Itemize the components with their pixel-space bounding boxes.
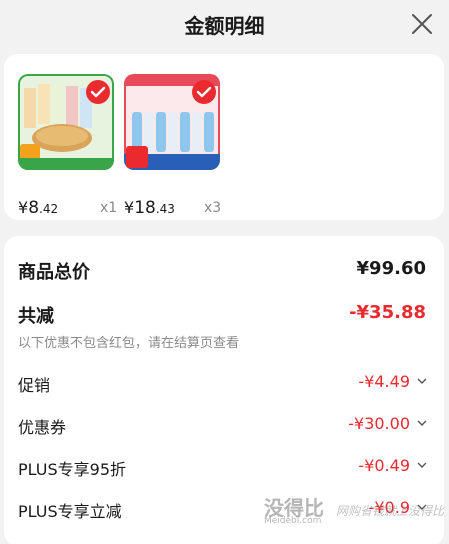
selected-check-icon bbox=[192, 80, 216, 104]
total-price-label: 商品总价 bbox=[18, 262, 90, 283]
product-thumbnail[interactable] bbox=[124, 74, 220, 170]
chevron-down-icon[interactable] bbox=[416, 501, 428, 513]
product-quantity: x1 bbox=[100, 200, 118, 216]
discount-value: -¥0.9 bbox=[368, 498, 410, 517]
discount-note: 以下优惠不包含红包，请在结算页查看 bbox=[18, 336, 240, 351]
product-price: ¥8.42 bbox=[18, 198, 59, 218]
selected-check-icon bbox=[86, 80, 110, 104]
discount-label: PLUS专享立减 bbox=[18, 502, 122, 521]
price-summary: 商品总价 ¥99.60 共减 -¥35.88 以下优惠不包含红包，请在结算页查看… bbox=[4, 236, 444, 544]
discount-value: -¥30.00 bbox=[348, 414, 410, 433]
product-quantity: x3 bbox=[204, 200, 222, 216]
page-title: 金额明细 bbox=[184, 14, 265, 38]
chevron-down-icon[interactable] bbox=[416, 375, 428, 387]
close-icon[interactable] bbox=[410, 12, 434, 36]
product-list: ¥8.42 x1 ¥18.43 x3 bbox=[4, 54, 444, 220]
discount-label: 促销 bbox=[18, 376, 51, 395]
discount-value: -¥4.49 bbox=[358, 372, 410, 391]
product-thumbnail[interactable] bbox=[18, 74, 114, 170]
chevron-down-icon[interactable] bbox=[416, 459, 428, 471]
chevron-down-icon[interactable] bbox=[416, 417, 428, 429]
total-reduction-label: 共减 bbox=[18, 306, 54, 327]
total-reduction-value: -¥35.88 bbox=[349, 302, 426, 323]
product-price: ¥18.43 bbox=[124, 198, 175, 218]
discount-label: 优惠券 bbox=[18, 418, 67, 437]
total-price-value: ¥99.60 bbox=[356, 258, 426, 279]
discount-label: PLUS专享95折 bbox=[18, 460, 126, 479]
discount-value: -¥0.49 bbox=[358, 456, 410, 475]
modal-header: 金额明细 bbox=[0, 0, 449, 52]
